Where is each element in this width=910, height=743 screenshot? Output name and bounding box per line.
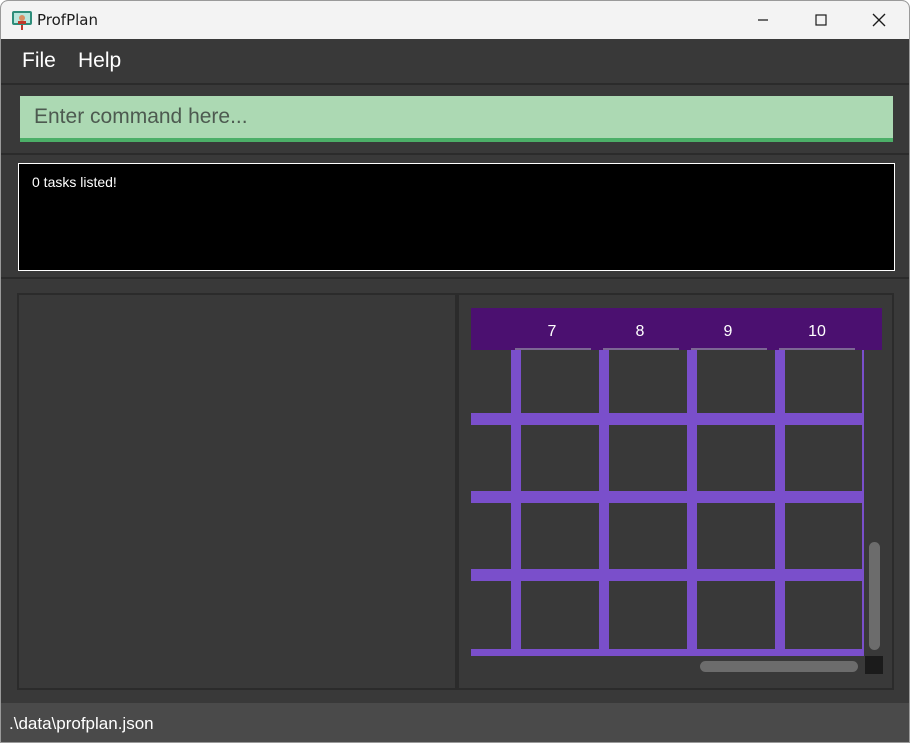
close-button[interactable] xyxy=(850,1,908,39)
save-location: .\data\profplan.json xyxy=(9,714,154,733)
maximize-button[interactable] xyxy=(792,1,850,39)
menu-bar: File Help xyxy=(1,39,909,85)
close-icon xyxy=(872,13,886,27)
scroll-corner xyxy=(865,656,883,674)
command-box-area xyxy=(1,85,909,155)
menu-help[interactable]: Help xyxy=(78,49,121,73)
grid-hline xyxy=(471,569,864,581)
task-list-panel xyxy=(17,293,457,690)
result-message: 0 tasks listed! xyxy=(32,174,117,190)
menu-file[interactable]: File xyxy=(22,49,56,73)
calendar-column-label: 10 xyxy=(808,323,826,340)
calendar-column-label: 8 xyxy=(636,323,645,340)
vertical-scrollbar[interactable] xyxy=(869,542,880,650)
calendar-panel: 7 8 9 10 xyxy=(457,293,894,690)
calendar-view: 7 8 9 10 xyxy=(471,308,883,674)
title-bar: ProfPlan xyxy=(1,1,909,39)
app-icon xyxy=(12,11,32,30)
minimize-button[interactable] xyxy=(734,1,792,39)
grid-hline xyxy=(471,413,864,425)
window-title: ProfPlan xyxy=(37,11,98,29)
grid-hline xyxy=(471,491,864,503)
main-content: 7 8 9 10 xyxy=(1,279,909,703)
status-bar: .\data\profplan.json xyxy=(1,703,909,742)
result-display-area: 0 tasks listed! xyxy=(1,155,909,279)
horizontal-scrollbar[interactable] xyxy=(700,661,858,672)
minimize-icon xyxy=(758,19,768,21)
app-window: ProfPlan File Help 0 tasks listed! xyxy=(0,0,910,743)
calendar-column-label: 7 xyxy=(548,323,557,340)
calendar-column-label: 9 xyxy=(724,323,733,340)
grid-hline xyxy=(471,649,864,656)
result-display: 0 tasks listed! xyxy=(18,163,895,271)
command-input[interactable] xyxy=(20,96,893,142)
maximize-icon xyxy=(815,14,827,26)
